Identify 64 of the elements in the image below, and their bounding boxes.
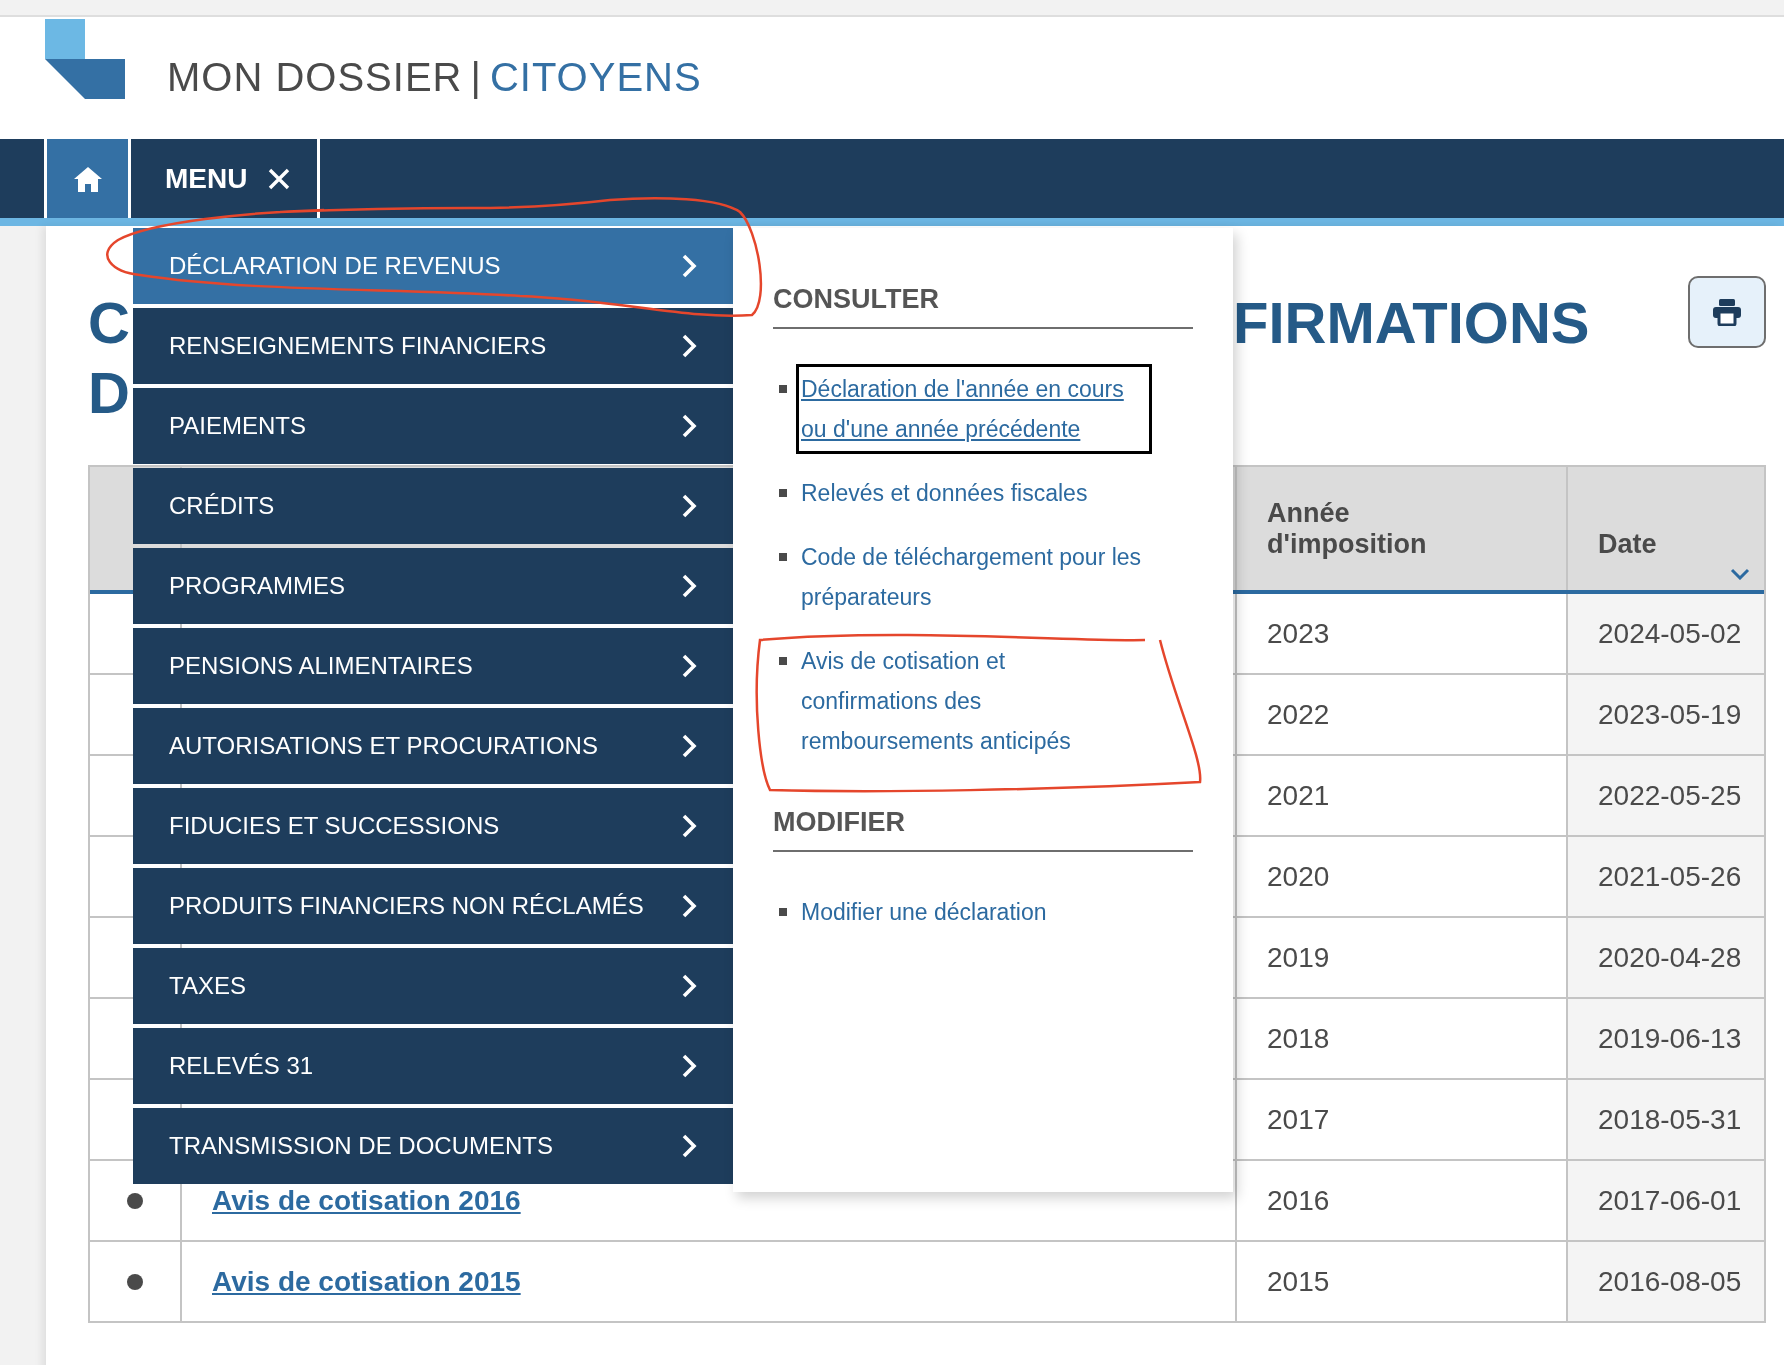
section-heading: CONSULTER <box>773 284 940 315</box>
table-cell: 2017-06-01 <box>1568 1161 1764 1240</box>
table-cell: 2016-08-05 <box>1568 1242 1764 1321</box>
table-cell: 2023-05-19 <box>1568 675 1764 754</box>
menu-item[interactable]: AUTORISATIONS ET PROCURATIONS <box>133 708 733 784</box>
chevron-right-icon <box>681 253 697 279</box>
close-icon <box>267 166 292 191</box>
bullet-icon <box>127 1273 143 1290</box>
column-header[interactable]: Date <box>1598 529 1657 560</box>
page-heading: FIRMATIONS <box>1233 289 1591 357</box>
bullet-icon <box>779 553 787 561</box>
table-cell: 2022-05-25 <box>1568 756 1764 835</box>
chevron-right-icon <box>681 573 697 599</box>
print-button[interactable] <box>1688 276 1766 348</box>
site-title: MON DOSSIER <box>167 55 463 100</box>
submenu-link[interactable]: Relevés et données fiscales <box>796 468 1116 518</box>
table-cell: 2019-06-13 <box>1568 999 1764 1078</box>
menu-item[interactable]: PRODUITS FINANCIERS NON RÉCLAMÉS <box>133 868 733 944</box>
menu-item[interactable]: RENSEIGNEMENTS FINANCIERS <box>133 308 733 384</box>
menu-item[interactable]: PAIEMENTS <box>133 388 733 464</box>
submenu-link[interactable]: Code de téléchargement pour les préparateurs <box>796 532 1170 622</box>
section-heading: MODIFIER <box>773 807 906 838</box>
title-separator: | <box>470 55 482 100</box>
submenu-link[interactable]: Modifier une déclaration <box>796 887 1075 937</box>
bullet-icon <box>779 657 787 665</box>
column-header: Année d'imposition <box>1237 467 1568 590</box>
bullet-icon <box>127 1192 143 1209</box>
page-heading: D <box>88 359 130 427</box>
bullet-icon <box>779 489 787 497</box>
chevron-right-icon <box>681 973 697 999</box>
chevron-right-icon <box>681 893 697 919</box>
menu-item[interactable]: RELEVÉS 31 <box>133 1028 733 1104</box>
table-cell: 2020-04-28 <box>1568 918 1764 997</box>
menu-item[interactable]: TRANSMISSION DE DOCUMENTS <box>133 1108 733 1184</box>
page-heading: C <box>88 289 130 357</box>
chevron-right-icon <box>681 1053 697 1079</box>
menu-item[interactable]: DÉCLARATION DE REVENUS <box>133 228 733 304</box>
table-cell: 2021-05-26 <box>1568 837 1764 916</box>
chevron-right-icon <box>681 1133 697 1159</box>
menu-item[interactable]: FIDUCIES ET SUCCESSIONS <box>133 788 733 864</box>
chevron-right-icon <box>681 733 697 759</box>
bullet-icon <box>779 908 787 916</box>
chevron-right-icon <box>681 653 697 679</box>
chevron-right-icon <box>681 813 697 839</box>
submenu-link[interactable]: Avis de cotisation et confirmations des remboursements anticipés <box>796 636 1099 766</box>
home-icon <box>72 164 103 193</box>
table-cell: 2024-05-02 <box>1568 594 1764 673</box>
chevron-down-icon[interactable] <box>1730 568 1750 580</box>
site-subtitle: CITOYENS <box>489 55 702 100</box>
menu-item[interactable]: TAXES <box>133 948 733 1024</box>
home-button[interactable] <box>47 139 131 218</box>
chevron-right-icon <box>681 413 697 439</box>
bullet-icon <box>779 385 787 393</box>
submenu-link[interactable]: Déclaration de l'année en cours ou d'une année précédente <box>796 364 1152 454</box>
printer-icon <box>1712 298 1742 326</box>
menu-item[interactable]: CRÉDITS <box>133 468 733 544</box>
document-link[interactable]: Avis de cotisation 2015 <box>212 1265 521 1298</box>
chevron-right-icon <box>681 333 697 359</box>
menu-item[interactable]: PROGRAMMES <box>133 548 733 624</box>
menu-item[interactable]: PENSIONS ALIMENTAIRES <box>133 628 733 704</box>
table-cell: 2018-05-31 <box>1568 1080 1764 1159</box>
chevron-right-icon <box>681 493 697 519</box>
document-link[interactable]: Avis de cotisation 2016 <box>212 1184 521 1217</box>
logo-icon <box>45 19 125 99</box>
